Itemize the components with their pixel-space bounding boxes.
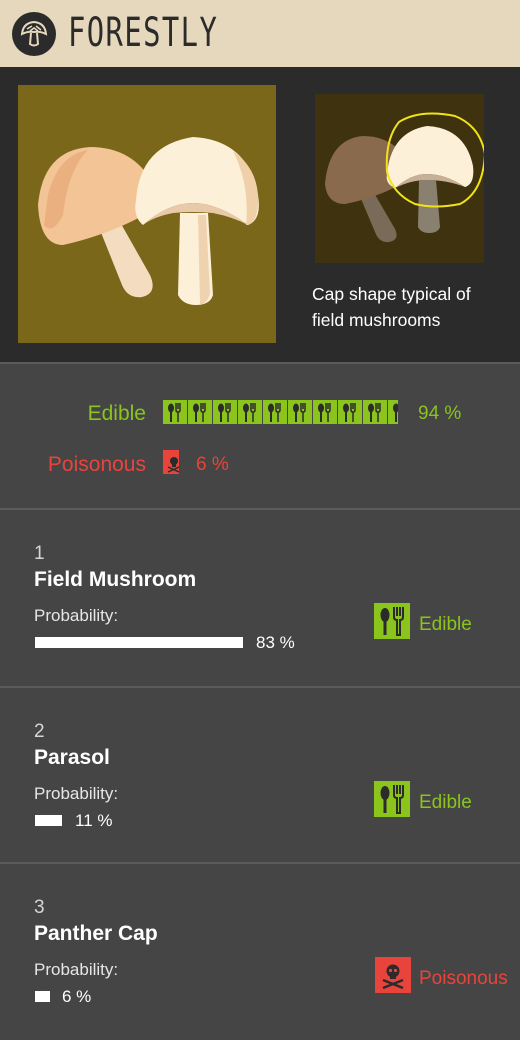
cutlery-icon [374, 603, 410, 639]
result-card[interactable]: 2 Parasol Probability: 11 % Edible [0, 688, 520, 864]
mushroom-illustration [38, 137, 259, 305]
skull-icon [167, 457, 179, 473]
probability-label: Probability: [34, 960, 119, 979]
poisonous-probability-bar [163, 450, 179, 474]
probability-bar [35, 991, 50, 1002]
probability-percent: 11 % [75, 811, 113, 830]
cutlery-tile-icon [338, 400, 362, 424]
result-rank: 2 [34, 721, 45, 742]
cutlery-tile-icon [263, 400, 287, 424]
edible-label: Edible [87, 402, 146, 425]
edible-probability-bar [163, 400, 398, 424]
edible-percent: 94 % [418, 403, 462, 424]
poisonous-percent: 6 % [196, 454, 229, 475]
result-rank: 3 [34, 897, 45, 918]
cutlery-tile-icon [313, 400, 337, 424]
status-label: Poisonous [419, 968, 508, 989]
status-label: Edible [419, 614, 472, 635]
probability-bar [35, 815, 62, 826]
probability-percent: 6 % [62, 987, 92, 1006]
probability-label: Probability: [34, 784, 119, 803]
result-name: Field Mushroom [34, 568, 197, 591]
mushroom-logo-icon [12, 12, 56, 56]
cutlery-tile-icon [388, 400, 398, 424]
poisonous-label: Poisonous [47, 453, 146, 476]
app-title: FORESTLY [68, 10, 219, 56]
probability-percent: 83 % [256, 633, 295, 652]
cutlery-tile-icon [238, 400, 262, 424]
cutlery-tile-icon [288, 400, 312, 424]
verdict-section: Edible 94 % Poisonous 6 % [0, 364, 520, 508]
cutlery-tile-icon [188, 400, 212, 424]
skull-icon [375, 957, 411, 993]
probability-label: Probability: [34, 606, 119, 625]
photo-section: Cap shape typical of field mushrooms [0, 67, 520, 362]
cap-highlight-illustration [325, 112, 484, 243]
highlight-crop-photo[interactable] [315, 94, 484, 263]
probability-bar [35, 637, 243, 648]
cutlery-icon [374, 781, 410, 817]
cutlery-tile-icon [163, 400, 187, 424]
app-header: FORESTLY [0, 0, 520, 67]
result-name: Panther Cap [34, 922, 158, 945]
mushroom-photo[interactable] [18, 85, 276, 343]
status-label: Edible [419, 792, 472, 813]
edible-bar-icons [163, 400, 398, 424]
result-card[interactable]: 1 Field Mushroom Probability: 83 % Edibl… [0, 510, 520, 686]
cutlery-tile-icon [363, 400, 387, 424]
result-rank: 1 [34, 543, 45, 564]
result-card[interactable]: 3 Panther Cap Probability: 6 % Poisonous [0, 864, 520, 1040]
cutlery-tile-icon [213, 400, 237, 424]
result-name: Parasol [34, 746, 110, 769]
photo-caption: Cap shape typical of field mushrooms [312, 284, 471, 330]
